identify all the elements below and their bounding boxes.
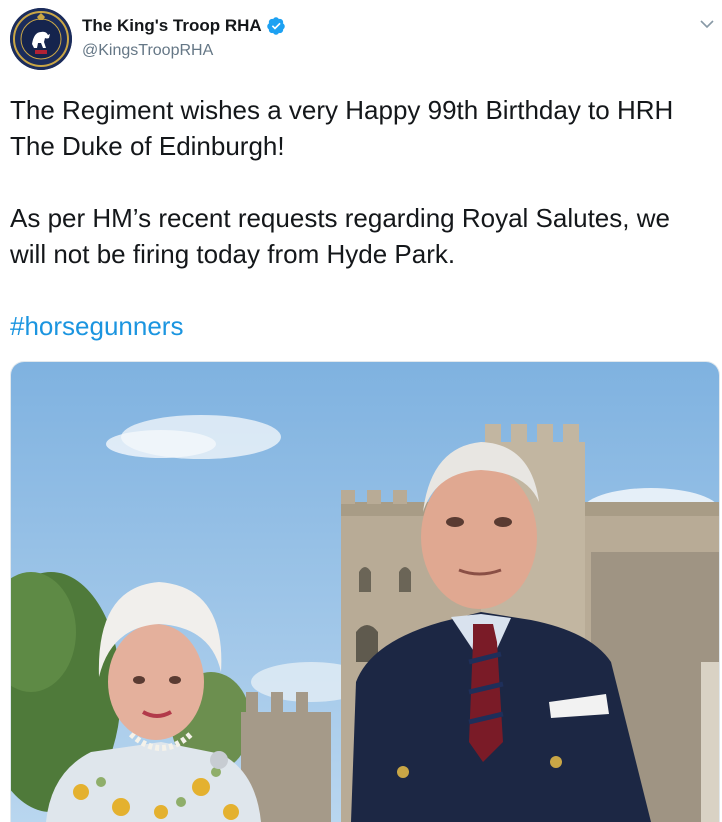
regiment-crest-avatar <box>10 8 72 70</box>
tweet-photo[interactable] <box>10 361 720 822</box>
chevron-down-icon[interactable] <box>697 14 717 34</box>
tweet-paragraph-2: As per HM’s recent requests regarding Ro… <box>10 203 670 269</box>
photo-illustration <box>11 362 719 822</box>
handle[interactable]: @KingsTroopRHA <box>82 42 213 60</box>
avatar[interactable] <box>10 8 72 70</box>
display-name[interactable]: The King's Troop RHA <box>82 16 262 36</box>
verified-badge-icon <box>266 16 286 36</box>
author-name-row: The King's Troop RHA <box>82 16 286 36</box>
hashtag-link[interactable]: #horsegunners <box>10 311 183 341</box>
tweet: The King's Troop RHA @KingsTroopRHA The … <box>0 0 722 822</box>
tweet-text: The Regiment wishes a very Happy 99th Bi… <box>10 92 710 344</box>
tweet-paragraph-1: The Regiment wishes a very Happy 99th Bi… <box>10 95 674 161</box>
